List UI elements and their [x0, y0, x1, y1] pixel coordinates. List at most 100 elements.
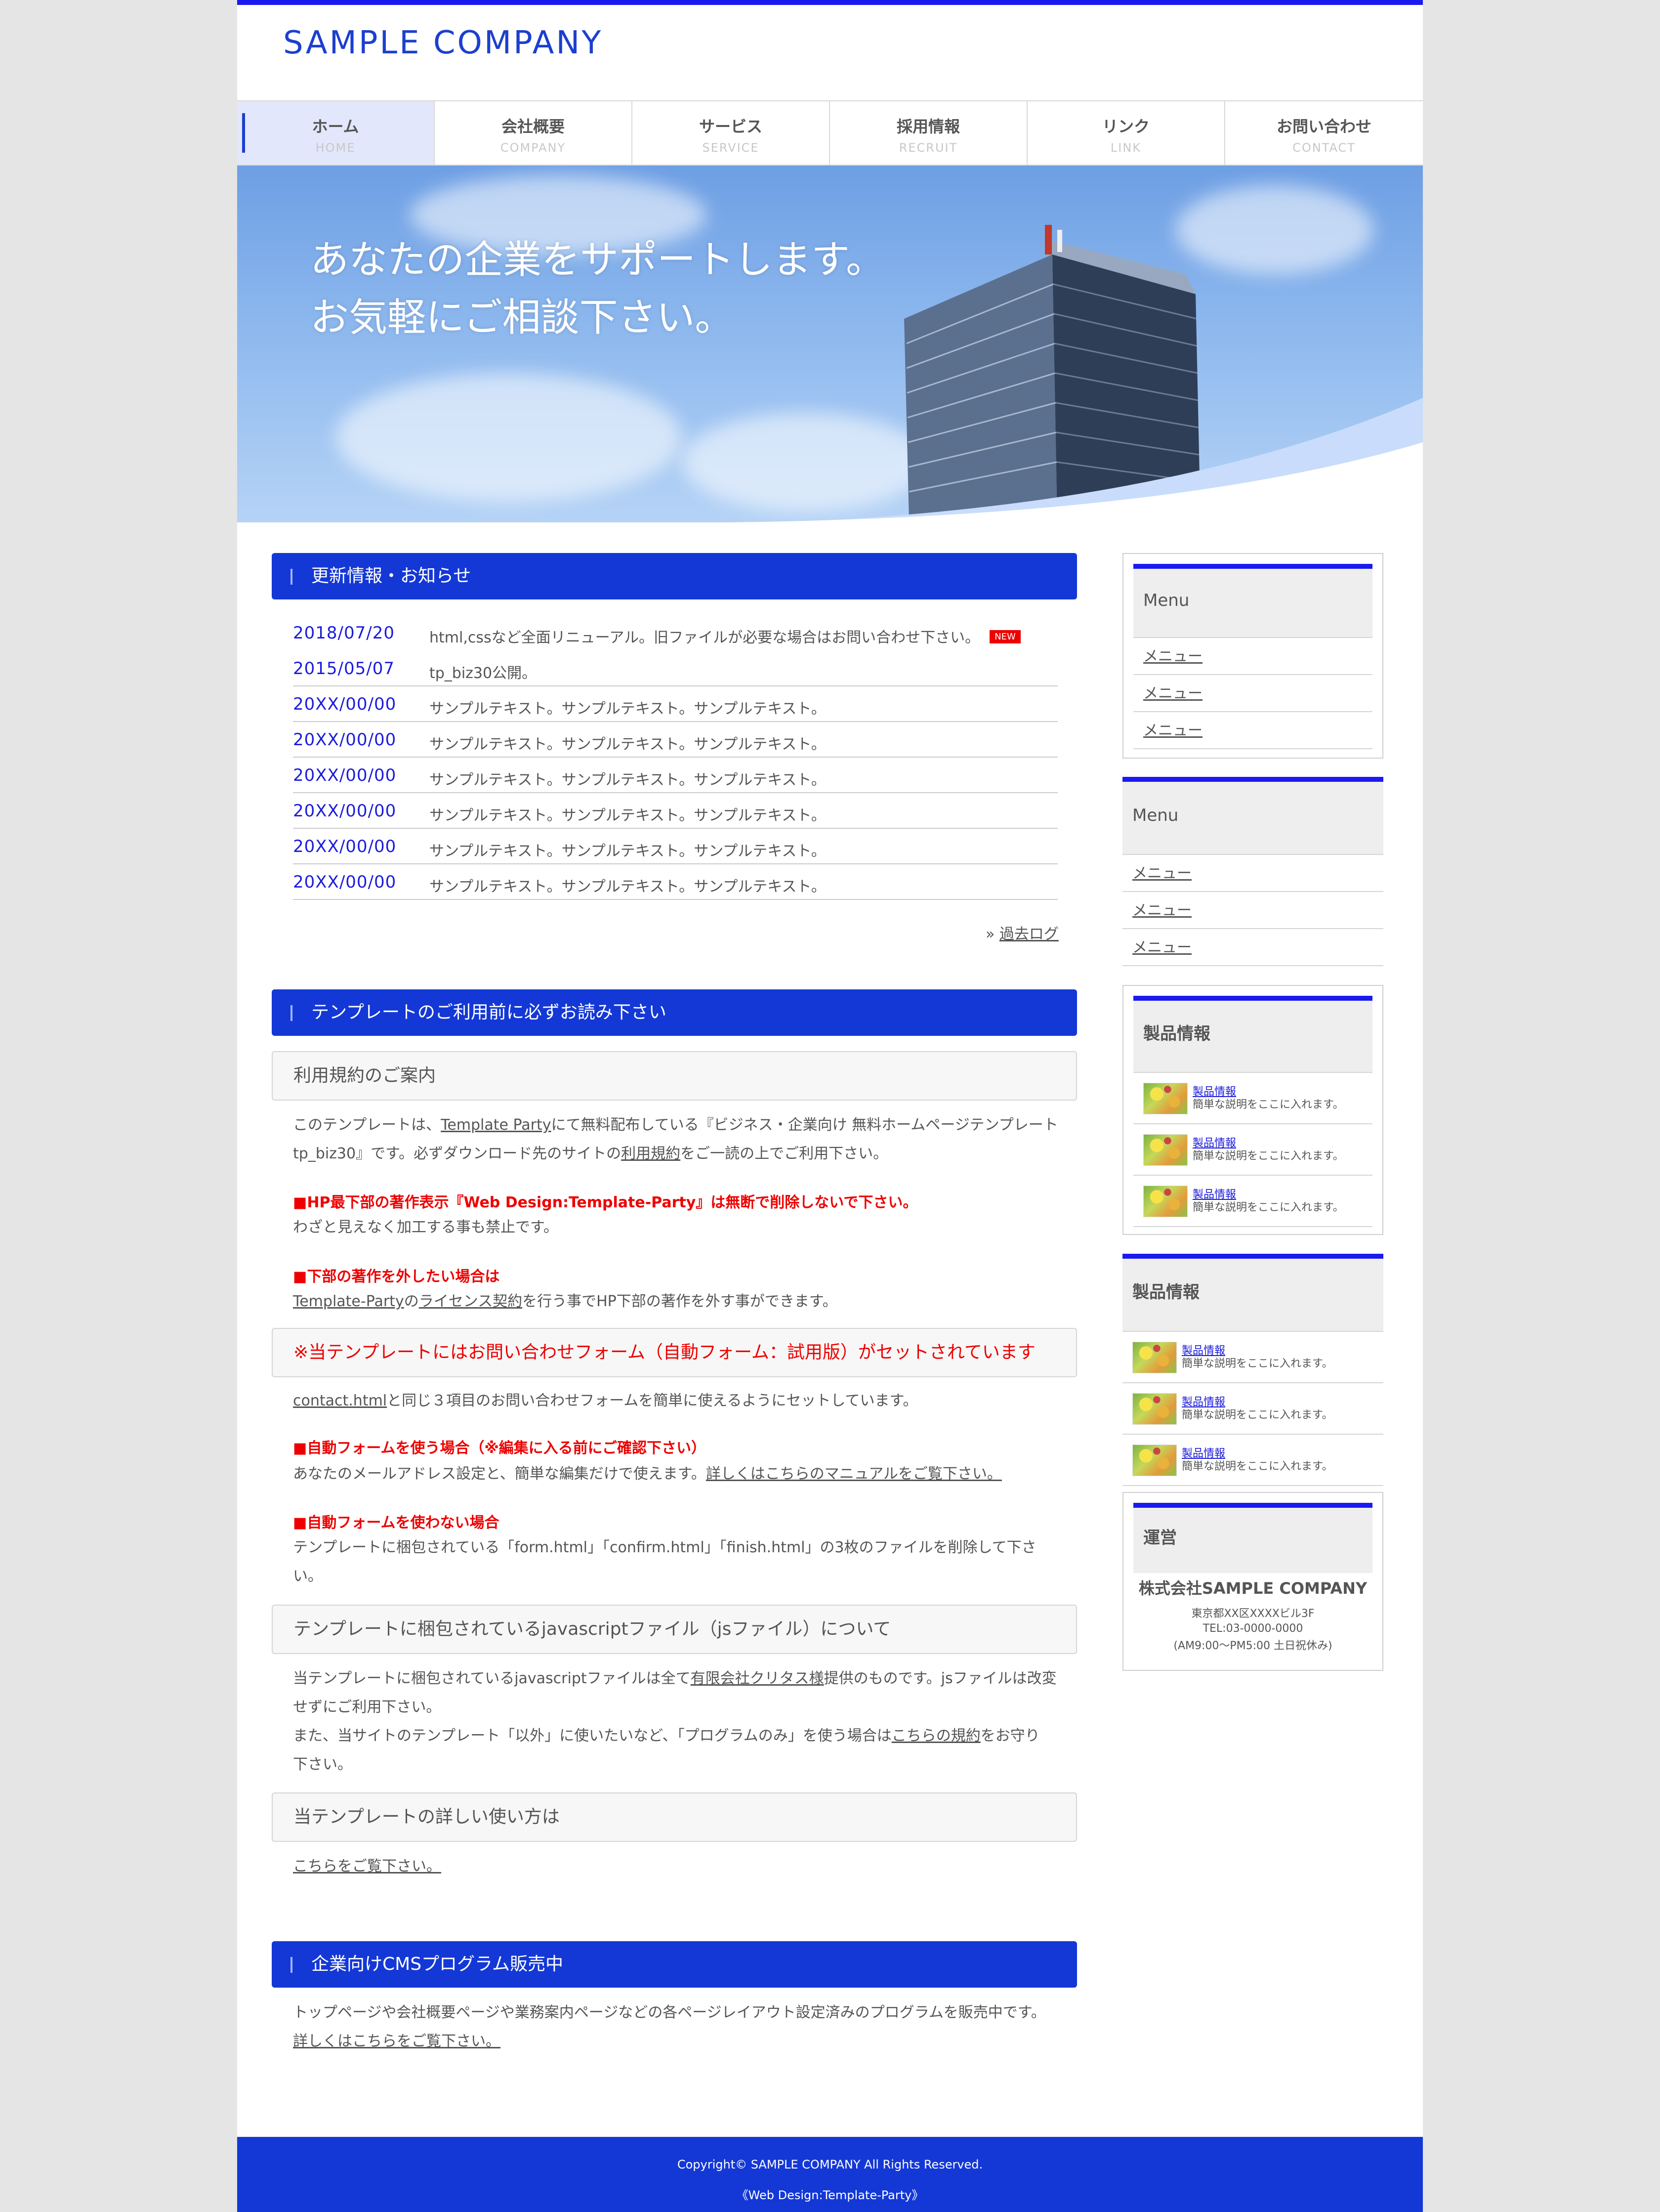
footer: Copyright© SAMPLE COMPANY All Rights Res…: [237, 2137, 1423, 2212]
nav-item-company[interactable]: 会社概要 COMPANY: [435, 101, 632, 165]
license-link[interactable]: ライセンス契約: [419, 1293, 522, 1310]
sidebar-company-title: 運営: [1133, 1503, 1372, 1573]
news-text: サンプルテキスト。サンプルテキスト。サンプルテキスト。: [429, 771, 826, 789]
sidebar-menu-item[interactable]: メニュー: [1133, 638, 1372, 675]
nav-label: 会社概要: [501, 117, 565, 136]
hero-curve-decoration: [731, 398, 1423, 522]
sidebar-menu-box: Menu メニュー メニュー メニュー: [1122, 553, 1383, 759]
terms-subtitle: 利用規約のご案内: [272, 1051, 1077, 1101]
news-item: 20XX/00/00 サンプルテキスト。サンプルテキスト。サンプルテキスト。: [293, 793, 1058, 829]
warning-heading: ■下部の著作を外したい場合は: [293, 1268, 500, 1285]
terms-link[interactable]: 利用規約: [621, 1145, 680, 1162]
nav-label: リンク: [1102, 117, 1150, 136]
sidebar-menu-item[interactable]: メニュー: [1122, 855, 1383, 892]
news-date: 20XX/00/00: [293, 730, 397, 750]
template-party-link[interactable]: Template-Party: [293, 1293, 404, 1310]
sidebar-menu-title: Menu: [1133, 564, 1372, 638]
product-thumbnail[interactable]: [1143, 1134, 1188, 1166]
nav-item-recruit[interactable]: 採用情報 RECRUIT: [830, 101, 1028, 165]
hero-banner: あなたの企業をサポートします。 お気軽にご相談下さい。: [237, 166, 1423, 522]
product-item[interactable]: 製品情報 簡単な説明をここに入れます。: [1122, 1383, 1383, 1435]
product-item[interactable]: 製品情報 簡単な説明をここに入れます。: [1133, 1073, 1372, 1124]
product-thumbnail[interactable]: [1132, 1393, 1177, 1425]
nav-sublabel: COMPANY: [500, 141, 566, 155]
nav-sublabel: LINK: [1110, 141, 1142, 155]
sidebar-menu-title: Menu: [1122, 777, 1383, 855]
howto-subtitle: 当テンプレートの詳しい使い方は: [272, 1792, 1077, 1842]
nav-sublabel: HOME: [315, 141, 356, 155]
footer-copyright: Copyright© SAMPLE COMPANY All Rights Res…: [677, 2158, 983, 2171]
product-desc: 簡単な説明をここに入れます。: [1193, 1099, 1344, 1111]
auto-form-heading: ■自動フォームを使う場合（※編集に入る前にご確認下さい）: [293, 1440, 706, 1457]
no-auto-form-paragraph: テンプレートに梱包されている「form.html」「confirm.html」「…: [293, 1539, 1037, 1585]
sidebar-menu-item[interactable]: メニュー: [1122, 929, 1383, 966]
past-log-link[interactable]: 過去ログ: [999, 926, 1059, 943]
hero-subheadline: お気軽にご相談下さい。: [310, 296, 734, 340]
nav-item-contact[interactable]: お問い合わせ CONTACT: [1225, 101, 1423, 165]
product-item[interactable]: 製品情報 簡単な説明をここに入れます。: [1133, 1124, 1372, 1176]
nav-label: お問い合わせ: [1276, 117, 1371, 136]
template-party-link[interactable]: Template Party: [441, 1116, 551, 1134]
news-item: 20XX/00/00 サンプルテキスト。サンプルテキスト。サンプルテキスト。: [293, 829, 1058, 864]
auto-form-paragraph: あなたのメールアドレス設定と、簡単な編集だけで使えます。詳しくはこちらのマニュア…: [293, 1465, 1002, 1483]
news-date: 20XX/00/00: [293, 801, 397, 821]
cms-details-link[interactable]: 詳しくはこちらをご覧下さい。: [293, 2033, 500, 2050]
news-date: 20XX/00/00: [293, 872, 397, 892]
howto-paragraph: こちらをご覧下さい。: [293, 1852, 1059, 1881]
form-paragraph: contact.htmlと同じ３項目のお問い合わせフォームを簡単に使えるようにセ…: [293, 1392, 918, 1409]
news-date: 20XX/00/00: [293, 766, 397, 785]
nav-item-home[interactable]: ホーム HOME: [237, 101, 435, 165]
contact-html-link[interactable]: contact.html: [293, 1392, 387, 1409]
new-badge: NEW: [990, 630, 1021, 643]
news-text: サンプルテキスト。サンプルテキスト。サンプルテキスト。: [429, 878, 826, 895]
product-thumbnail[interactable]: [1132, 1342, 1177, 1373]
product-desc: 簡単な説明をここに入れます。: [1193, 1150, 1344, 1162]
nav-item-link[interactable]: リンク LINK: [1028, 101, 1225, 165]
sidebar-menu-item[interactable]: メニュー: [1133, 675, 1372, 712]
sidebar-products-box-2: 製品情報 製品情報 簡単な説明をここに入れます。 製品情報 簡単な説明をここに入…: [1122, 1254, 1383, 1486]
product-desc: 簡単な説明をここに入れます。: [1182, 1460, 1333, 1473]
company-tel: TEL:03-0000-0000: [1203, 1622, 1303, 1635]
js-paragraph: 当テンプレートに梱包されているjavascriptファイルは全て有限会社クリタス…: [293, 1670, 1057, 1773]
news-date: 20XX/00/00: [293, 694, 397, 714]
news-item: 2018/07/20 html,cssなど全面リニューアル。旧ファイルが必要な場…: [293, 615, 1058, 651]
form-subtitle: ※当テンプレートにはお問い合わせフォーム（自動フォーム：試用版）がセットされてい…: [272, 1328, 1077, 1377]
company-hours: (AM9:00〜PM5:00 土日祝休み): [1173, 1640, 1332, 1652]
kuritasu-link[interactable]: 有限会社クリタス様: [691, 1670, 824, 1687]
product-thumbnail[interactable]: [1143, 1083, 1188, 1114]
product-item[interactable]: 製品情報 簡単な説明をここに入れます。: [1122, 1435, 1383, 1486]
hero-headline: あなたの企業をサポートします。: [310, 238, 885, 282]
nav-label: サービス: [699, 117, 762, 136]
nav-label: 採用情報: [896, 117, 960, 136]
site-logo[interactable]: SAMPLE COMPANY: [283, 25, 603, 61]
top-accent-bar: [237, 0, 1423, 5]
sidebar-menu-item[interactable]: メニュー: [1122, 892, 1383, 929]
news-date: 2015/05/07: [293, 659, 395, 679]
product-thumbnail[interactable]: [1132, 1445, 1177, 1476]
cms-paragraph: トップページや会社概要ページや業務案内ページなどの各ページレイアウト設定済みのプ…: [293, 2004, 1046, 2050]
news-text: サンプルテキスト。サンプルテキスト。サンプルテキスト。: [429, 807, 826, 824]
warning-heading: ■HP最下部の著作表示『Web Design:Template-Party』は無…: [293, 1194, 918, 1211]
howto-link[interactable]: こちらをご覧下さい。: [293, 1858, 441, 1875]
product-item[interactable]: 製品情報 簡単な説明をここに入れます。: [1133, 1176, 1372, 1227]
product-thumbnail[interactable]: [1143, 1186, 1188, 1217]
news-text: サンプルテキスト。サンプルテキスト。サンプルテキスト。: [429, 700, 826, 718]
warning-text: わざと見えなく加工する事も禁止です。: [293, 1219, 558, 1236]
product-item[interactable]: 製品情報 簡単な説明をここに入れます。: [1122, 1332, 1383, 1383]
program-terms-link[interactable]: こちらの規約: [892, 1727, 981, 1744]
news-item: 20XX/00/00 サンプルテキスト。サンプルテキスト。サンプルテキスト。: [293, 864, 1058, 900]
news-item: 2015/05/07 tp_biz30公開。: [293, 651, 1058, 686]
no-auto-form-heading: ■自動フォームを使わない場合: [293, 1514, 499, 1531]
footer-credit[interactable]: 《Web Design:Template-Party》: [237, 2185, 1423, 2203]
nav-item-service[interactable]: サービス SERVICE: [632, 101, 830, 165]
news-date: 2018/07/20: [293, 623, 395, 643]
template-section-title: テンプレートのご利用前に必ずお読み下さい: [272, 989, 1077, 1036]
product-desc: 簡単な説明をここに入れます。: [1193, 1201, 1344, 1214]
manual-link[interactable]: 詳しくはこちらのマニュアルをご覧下さい。: [706, 1465, 1002, 1483]
nav-sublabel: SERVICE: [702, 141, 759, 155]
news-text: サンプルテキスト。サンプルテキスト。サンプルテキスト。: [429, 736, 826, 753]
past-log-prefix: »: [986, 926, 995, 943]
sidebar-menu-item[interactable]: メニュー: [1133, 712, 1372, 749]
news-item: 20XX/00/00 サンプルテキスト。サンプルテキスト。サンプルテキスト。: [293, 758, 1058, 793]
news-text: html,cssなど全面リニューアル。旧ファイルが必要な場合はお問い合わせ下さい…: [429, 625, 1021, 647]
